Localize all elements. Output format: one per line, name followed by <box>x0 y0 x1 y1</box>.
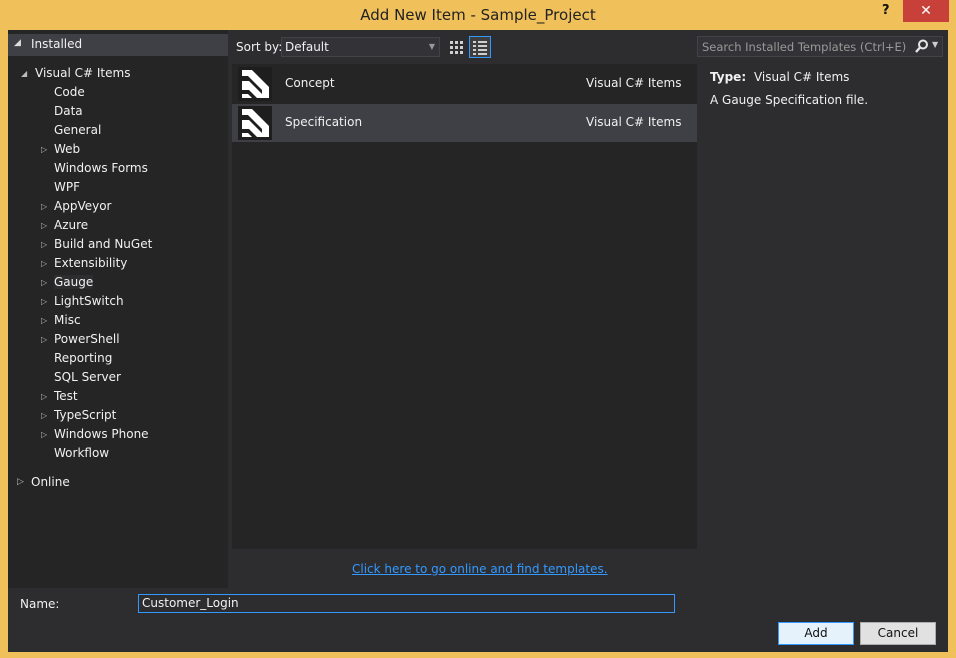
name-field[interactable]: Customer_Login <box>138 594 675 613</box>
window-title: Add New Item - Sample_Project <box>360 6 596 24</box>
search-placeholder: Search Installed Templates (Ctrl+E) <box>702 40 907 54</box>
detail-type-label: Type: <box>710 70 747 84</box>
tree-item[interactable]: ▷ LightSwitch <box>41 292 124 311</box>
tree-item[interactable]: ▷ Build and NuGet <box>41 235 153 254</box>
template-row[interactable]: Specification Visual C# Items <box>232 104 697 142</box>
expand-icon: ▷ <box>17 477 24 487</box>
tree-item[interactable]: ▷ Windows Phone <box>41 425 149 444</box>
detail-type: Type: Visual C# Items <box>710 70 849 84</box>
tree-item-label: Windows Forms <box>54 161 148 175</box>
detail-type-value: Visual C# Items <box>753 70 850 84</box>
expand-icon[interactable]: ▷ <box>41 254 47 273</box>
tree-item-label: Code <box>54 85 85 99</box>
tree-item-label: TypeScript <box>54 408 117 422</box>
tree-item-label: Build and NuGet <box>54 237 153 251</box>
sort-label: Sort by: <box>236 40 283 54</box>
expand-icon[interactable]: ▷ <box>41 197 47 216</box>
tree-item-label: LightSwitch <box>54 294 124 308</box>
collapse-icon: ◢ <box>14 38 21 48</box>
tree-item[interactable]: General <box>54 121 101 140</box>
expand-icon[interactable]: ▷ <box>41 406 47 425</box>
search-templates-box[interactable]: Search Installed Templates (Ctrl+E) ▼ <box>697 36 943 57</box>
tree-root-visual-csharp-items[interactable]: ◢ Visual C# Items <box>21 64 130 83</box>
sort-value: Default <box>285 40 329 54</box>
gauge-icon <box>238 106 272 140</box>
expand-icon[interactable]: ▷ <box>41 387 47 406</box>
tree-item-label: WPF <box>54 180 81 194</box>
sort-dropdown[interactable]: Default ▼ <box>281 37 440 57</box>
template-category: Visual C# Items <box>586 76 682 90</box>
tree-item[interactable]: ▷ Misc <box>41 311 81 330</box>
expand-icon[interactable]: ▷ <box>41 311 47 330</box>
help-button[interactable]: ? <box>882 3 896 18</box>
add-button[interactable]: Add <box>778 622 854 645</box>
tree-item-label: Extensibility <box>54 256 128 270</box>
tree-item[interactable]: Windows Forms <box>54 159 148 178</box>
tree-item[interactable]: ▷ Extensibility <box>41 254 128 273</box>
installed-label: Installed <box>31 37 83 51</box>
tree-item-label: Misc <box>54 313 81 327</box>
title-bar: Add New Item - Sample_Project ? ✕ <box>0 0 956 30</box>
template-row[interactable]: Concept Visual C# Items <box>232 65 697 103</box>
chevron-down-icon: ▼ <box>428 42 435 51</box>
tree-item-label: Test <box>54 389 78 403</box>
expand-icon[interactable]: ▷ <box>41 425 47 444</box>
tree-item[interactable]: ▷ Test <box>41 387 78 406</box>
tree-item-label: Workflow <box>54 446 110 460</box>
expanded-icon: ◢ <box>21 69 28 78</box>
template-category: Visual C# Items <box>586 115 682 129</box>
tree-item-label: Web <box>54 142 81 156</box>
bottom-panel: Name: Customer_Login Add Cancel <box>8 588 948 652</box>
tree-item[interactable]: ▷ Azure <box>41 216 89 235</box>
category-tree: ◢ Installed ◢ Visual C# Items Code Data Ge… <box>8 30 228 588</box>
tree-item[interactable]: ▷ AppVeyor <box>41 197 112 216</box>
template-name: Concept <box>285 76 335 90</box>
search-icon[interactable] <box>914 38 930 55</box>
expand-icon[interactable]: ▷ <box>41 292 47 311</box>
tree-item[interactable]: ▷ PowerShell <box>41 330 120 349</box>
tree-item-label: Windows Phone <box>54 427 149 441</box>
small-icons-view-button[interactable] <box>445 36 467 58</box>
expand-icon[interactable]: ▷ <box>41 235 47 254</box>
tree-item-label: General <box>54 123 102 137</box>
installed-header[interactable]: ◢ Installed <box>8 34 228 56</box>
list-icon <box>473 41 487 55</box>
tree-item[interactable]: ▷ TypeScript <box>41 406 117 425</box>
tree-item-label: SQL Server <box>54 370 121 384</box>
close-button[interactable]: ✕ <box>903 0 949 22</box>
tree-item[interactable]: WPF <box>54 178 80 197</box>
tree-item[interactable]: Data <box>54 102 83 121</box>
expand-icon[interactable]: ▷ <box>41 330 47 349</box>
search-options-chevron-icon[interactable]: ▼ <box>932 40 938 49</box>
expand-icon[interactable]: ▷ <box>41 216 47 235</box>
sort-toolbar: Sort by: Default ▼ <box>232 36 712 58</box>
tree-item-label: PowerShell <box>54 332 120 346</box>
tree-item-label: Azure <box>54 218 89 232</box>
tree-item[interactable]: ▷ Gauge <box>41 273 94 292</box>
tree-item[interactable]: Code <box>54 83 85 102</box>
tree-item-label: Reporting <box>54 351 113 365</box>
tree-item-label: AppVeyor <box>54 199 112 213</box>
online-templates-link[interactable]: Click here to go online and find templat… <box>352 562 608 576</box>
tree-item-online[interactable]: ▷ Online <box>17 473 70 492</box>
tree-item[interactable]: Reporting <box>54 349 112 368</box>
dialog-body: ◢ Installed ◢ Visual C# Items Code Data Ge… <box>8 30 948 652</box>
template-list: Concept Visual C# Items Specification Visua… <box>232 64 697 549</box>
close-icon: ✕ <box>920 3 932 19</box>
name-label: Name: <box>20 597 60 611</box>
cancel-button[interactable]: Cancel <box>860 622 936 645</box>
tree-item-label: Data <box>54 104 83 118</box>
grid-icon <box>450 41 463 54</box>
tree-item[interactable]: SQL Server <box>54 368 121 387</box>
detail-description: A Gauge Specification file. <box>710 93 869 107</box>
gauge-icon <box>238 67 272 101</box>
template-name: Specification <box>285 115 363 129</box>
tree-item-label: Gauge <box>54 275 94 289</box>
expand-icon[interactable]: ▷ <box>41 140 47 159</box>
expand-icon[interactable]: ▷ <box>41 273 47 292</box>
list-view-button[interactable] <box>469 36 491 58</box>
tree-item[interactable]: ▷ Web <box>41 140 81 159</box>
tree-item[interactable]: Workflow <box>54 444 109 463</box>
